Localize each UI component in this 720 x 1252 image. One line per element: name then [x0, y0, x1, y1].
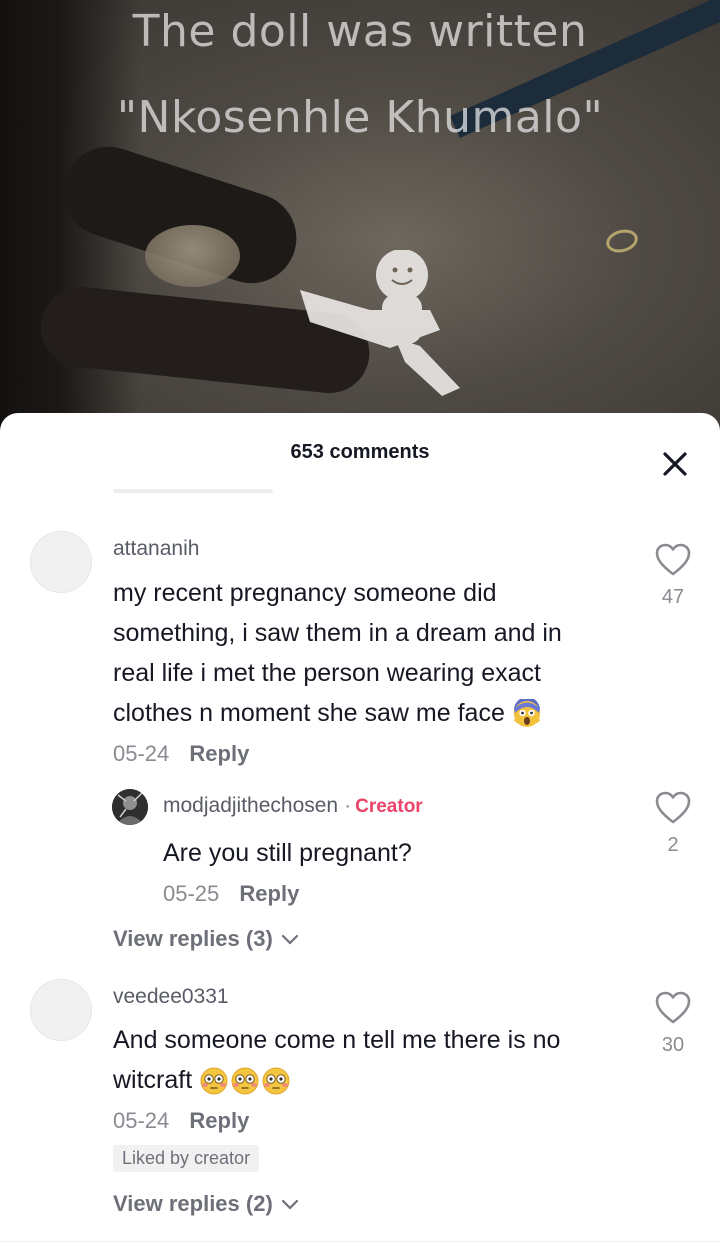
close-icon [663, 452, 687, 476]
liked-by-creator-badge: Liked by creator [113, 1145, 260, 1172]
like-button[interactable]: 2 [648, 791, 698, 857]
avatar[interactable] [30, 979, 92, 1041]
video-caption-line-2: "Nkosenhle Khumalo" [116, 92, 604, 143]
comment-line: real life i met the person wearing exact [113, 659, 541, 687]
reply-meta: 05-25 Reply [163, 881, 299, 907]
reply-username-row: modjadjithechosen · Creator [163, 794, 423, 818]
comment-meta: 05-24 Reply [113, 741, 249, 767]
video-caption-line-1: The doll was written [132, 6, 588, 57]
comment-line: witcraft [113, 1060, 633, 1100]
comment-date: 05-24 [113, 741, 170, 766]
heart-icon [655, 991, 691, 1024]
bowl-shape [145, 225, 240, 287]
doll-image [300, 250, 460, 396]
comment-username[interactable]: veedee0331 [113, 985, 229, 1009]
like-button[interactable]: 30 [648, 991, 698, 1057]
like-count: 47 [661, 586, 685, 608]
comment-username[interactable]: attananih [113, 537, 199, 561]
comments-count-title: 653 comments [290, 441, 430, 463]
chevron-down-icon [281, 1200, 299, 1210]
comment-text: my recent pregnancy someone did somethin… [113, 573, 633, 733]
comment-line: something, i saw them in a dream and in [113, 619, 562, 647]
like-count: 30 [661, 1034, 685, 1056]
like-count: 2 [667, 834, 679, 856]
comment-date: 05-24 [113, 1108, 170, 1133]
reply-username[interactable]: modjadjithechosen [163, 794, 338, 817]
comment-line: clothes n moment she saw me face [113, 693, 633, 733]
ring-shape [603, 226, 641, 256]
view-replies-button[interactable]: View replies (3) [113, 926, 299, 952]
like-button[interactable]: 47 [648, 543, 698, 609]
heart-icon [655, 791, 691, 824]
comment-line: And someone come n tell me there is no [113, 1026, 561, 1054]
reply-button[interactable]: Reply [239, 881, 299, 906]
chevron-down-icon [281, 935, 299, 945]
reply-button[interactable]: Reply [189, 741, 249, 766]
previous-comment-remnant [113, 489, 273, 493]
creator-avatar-image [112, 789, 148, 825]
divider [0, 1241, 720, 1242]
reply-button[interactable]: Reply [189, 1108, 249, 1133]
video-background: The doll was written "Nkosenhle Khumalo" [0, 0, 720, 440]
view-replies-button[interactable]: View replies (2) [113, 1191, 299, 1217]
scream-emoji-icon [513, 699, 541, 728]
avatar[interactable] [30, 531, 92, 593]
close-button[interactable] [656, 445, 694, 483]
creator-badge: Creator [355, 796, 423, 817]
comment-meta: 05-24 Reply [113, 1108, 249, 1134]
comments-sheet: 653 comments attananih my recent pregnan… [0, 413, 720, 1252]
comment-text: And someone come n tell me there is no w… [113, 1020, 633, 1100]
separator-dot: · [344, 794, 352, 817]
comment-line: my recent pregnancy someone did [113, 579, 497, 607]
reply-date: 05-25 [163, 881, 220, 906]
creator-avatar[interactable] [112, 789, 148, 825]
heart-icon [655, 543, 691, 576]
reply-text: Are you still pregnant? [163, 839, 412, 867]
flushed-emoji-icon [200, 1067, 290, 1095]
